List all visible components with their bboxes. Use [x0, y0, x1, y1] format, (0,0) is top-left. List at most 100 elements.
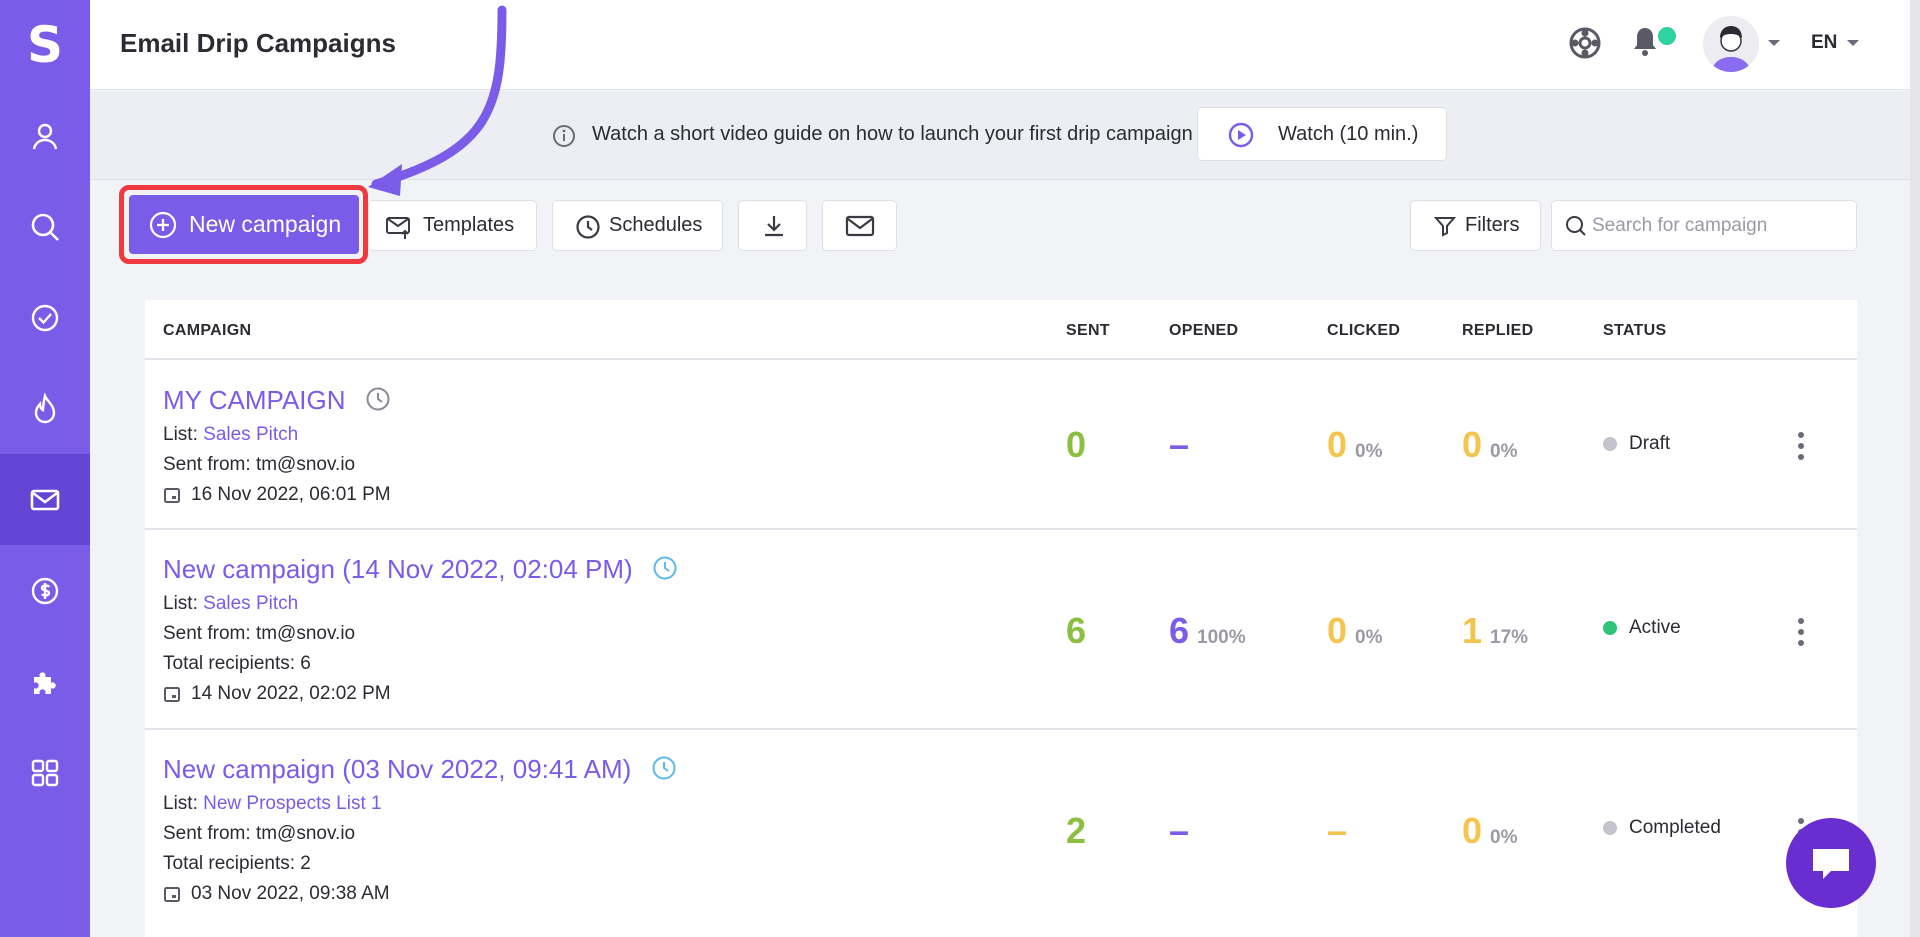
campaign-date: 03 Nov 2022, 09:38 AM: [163, 883, 390, 905]
sidebar-item-campaigns[interactable]: [0, 454, 90, 545]
language-selector[interactable]: EN: [1811, 32, 1837, 54]
status-badge: Completed: [1603, 817, 1721, 839]
templates-button[interactable]: Templates: [368, 200, 537, 251]
opened-count: 6 100%: [1169, 610, 1246, 652]
clicked-percent: 0%: [1355, 627, 1383, 648]
campaign-name: New campaign (03 Nov 2022, 09:41 AM): [163, 754, 632, 784]
search-campaign-field[interactable]: [1551, 200, 1857, 251]
replied-count: 0 0%: [1462, 810, 1518, 852]
schedules-button[interactable]: Schedules: [552, 200, 723, 251]
status-dot: [1603, 437, 1617, 451]
filters-button[interactable]: Filters: [1410, 200, 1541, 251]
chevron-down-icon[interactable]: [1847, 40, 1859, 46]
pointer-arrow-annotation: [368, 5, 507, 196]
clock-icon[interactable]: [365, 386, 391, 412]
replied-percent: 0%: [1490, 441, 1518, 462]
help-wheel-icon[interactable]: [1568, 26, 1602, 60]
column-header-opened[interactable]: OPENED: [1169, 322, 1238, 340]
campaign-name-link[interactable]: New campaign (14 Nov 2022, 02:04 PM): [163, 554, 678, 585]
calendar-icon: [164, 687, 180, 702]
list-info: List: Sales Pitch: [163, 424, 298, 446]
check-circle-icon: [31, 304, 59, 331]
table-row[interactable]: New campaign (03 Nov 2022, 09:41 AM) Lis…: [145, 730, 1857, 930]
column-header-status[interactable]: STATUS: [1603, 322, 1666, 340]
sidebar-item-billing[interactable]: [0, 545, 90, 636]
page-title: Email Drip Campaigns: [120, 28, 396, 58]
download-button[interactable]: [738, 200, 807, 251]
column-header-replied[interactable]: REPLIED: [1462, 322, 1533, 340]
table-row[interactable]: MY CAMPAIGN List: Sales Pitch Sent from:…: [145, 360, 1857, 530]
chat-bubble-icon: [1813, 849, 1849, 879]
email-button[interactable]: [822, 200, 897, 251]
chevron-down-icon[interactable]: [1768, 40, 1780, 46]
scrollbar[interactable]: [1910, 0, 1920, 937]
list-label: List:: [163, 593, 198, 614]
sent-from-label: Sent from:: [163, 823, 251, 844]
dollar-icon: [31, 577, 59, 604]
replied-count: 0 0%: [1462, 424, 1518, 466]
banner-text: Watch a short video guide on how to laun…: [592, 123, 1193, 145]
list-link[interactable]: Sales Pitch: [203, 424, 298, 445]
download-icon: [765, 216, 783, 237]
row-menu-button[interactable]: [1795, 432, 1807, 460]
replied-count: 1 17%: [1462, 610, 1528, 652]
clicked-count: 0 0%: [1327, 610, 1383, 652]
list-label: List:: [163, 793, 198, 814]
clock-icon[interactable]: [652, 555, 678, 581]
play-circle-icon: [1228, 122, 1254, 148]
sent-from-info: Sent from: tm@snov.io: [163, 623, 355, 645]
new-campaign-button[interactable]: New campaign: [129, 195, 359, 254]
watch-video-button[interactable]: Watch (10 min.): [1197, 107, 1447, 161]
avatar[interactable]: [1703, 16, 1759, 72]
campaign-name-link[interactable]: New campaign (03 Nov 2022, 09:41 AM): [163, 754, 677, 785]
bell-icon[interactable]: [1630, 25, 1660, 59]
list-link[interactable]: New Prospects List 1: [203, 793, 381, 814]
row-menu-button[interactable]: [1795, 618, 1807, 646]
column-header-campaign[interactable]: CAMPAIGN: [163, 322, 251, 340]
table-row[interactable]: New campaign (14 Nov 2022, 02:04 PM) Lis…: [145, 530, 1857, 730]
recipients-value: 6: [300, 653, 311, 674]
search-icon: [1566, 216, 1586, 236]
date-value: 03 Nov 2022, 09:38 AM: [191, 883, 390, 904]
search-input[interactable]: [1592, 213, 1842, 239]
sent-from-value: tm@snov.io: [255, 454, 356, 475]
info-icon: [553, 125, 575, 147]
sidebar-item-integrations[interactable]: [0, 636, 90, 727]
list-info: List: Sales Pitch: [163, 593, 298, 615]
column-header-clicked[interactable]: CLICKED: [1327, 322, 1400, 340]
clicked-count: –: [1327, 810, 1348, 851]
sidebar-item-warmup[interactable]: [0, 363, 90, 454]
calendar-icon: [164, 887, 180, 902]
status-badge: Draft: [1603, 433, 1670, 455]
recipients-info: Total recipients: 2: [163, 853, 311, 875]
sent-from-value: tm@snov.io: [255, 623, 356, 644]
recipients-label: Total recipients:: [163, 653, 296, 674]
list-label: List:: [163, 424, 198, 445]
sent-from-label: Sent from:: [163, 454, 251, 475]
sidebar-item-contacts[interactable]: [0, 90, 90, 181]
campaign-date: 14 Nov 2022, 02:02 PM: [163, 683, 391, 705]
clock-icon: [576, 215, 600, 239]
replied-value: 0: [1462, 424, 1483, 465]
list-link[interactable]: Sales Pitch: [203, 593, 298, 614]
envelope-icon: [30, 489, 60, 510]
status-dot: [1603, 621, 1617, 635]
recipients-label: Total recipients:: [163, 853, 296, 874]
sidebar-item-search[interactable]: [0, 181, 90, 272]
opened-percent: 100%: [1197, 627, 1246, 648]
status-label: Draft: [1629, 433, 1671, 454]
campaign-name: New campaign (14 Nov 2022, 02:04 PM): [163, 554, 633, 584]
sidebar-item-apps[interactable]: [0, 727, 90, 818]
sidebar-item-verify[interactable]: [0, 272, 90, 363]
recipients-value: 2: [300, 853, 311, 874]
replied-percent: 0%: [1490, 827, 1518, 848]
replied-value: 1: [1462, 610, 1483, 651]
chat-widget-button[interactable]: [1786, 818, 1876, 908]
recipients-info: Total recipients: 6: [163, 653, 311, 675]
app-logo[interactable]: S: [0, 0, 90, 90]
clock-icon[interactable]: [651, 755, 677, 781]
sent-count: 2: [1066, 810, 1087, 851]
campaign-name-link[interactable]: MY CAMPAIGN: [163, 385, 391, 416]
status-dot: [1603, 821, 1617, 835]
column-header-sent[interactable]: SENT: [1066, 322, 1110, 340]
